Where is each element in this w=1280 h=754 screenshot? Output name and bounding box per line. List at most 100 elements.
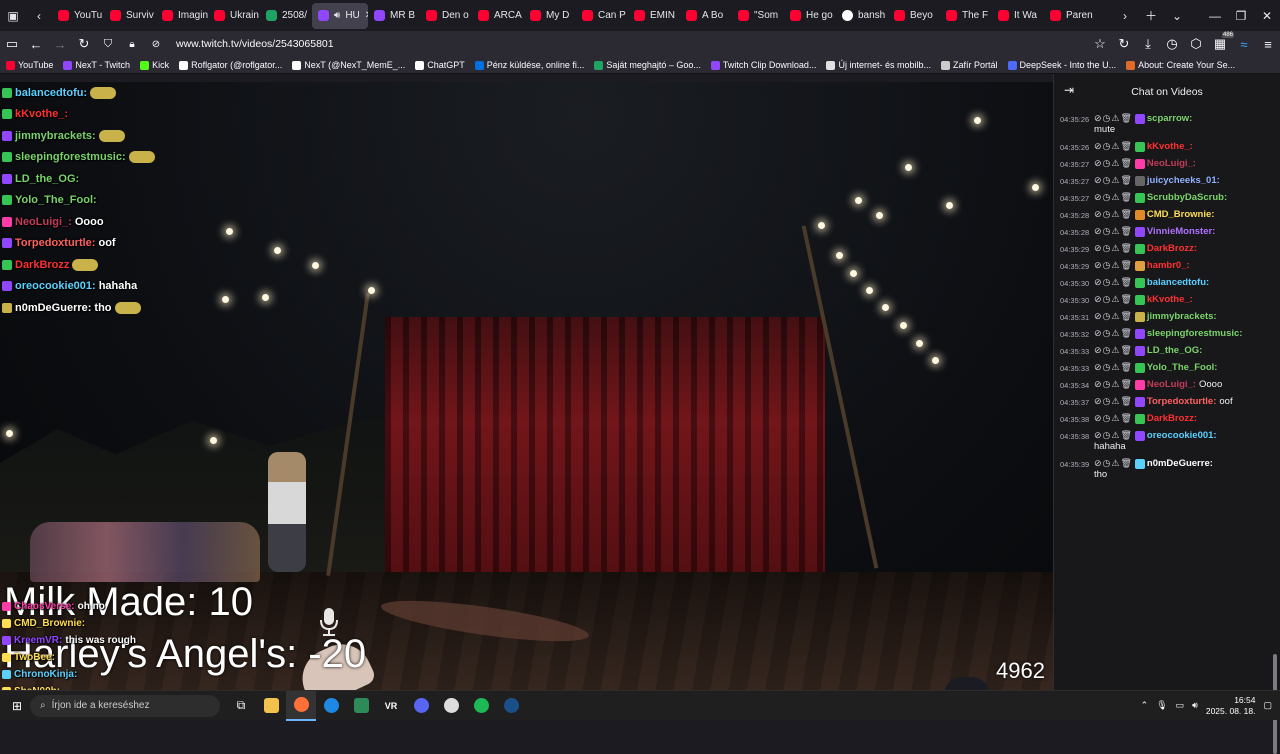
chat-timestamp[interactable]: 04:35:38 [1060, 430, 1094, 441]
chat-timestamp[interactable]: 04:35:33 [1060, 362, 1094, 373]
tab-6[interactable]: MR B [368, 3, 420, 29]
chat-message[interactable]: 04:35:30 ⊘◷⚠🗑︎ kKvothe_: [1054, 291, 1280, 308]
chat-message[interactable]: 04:35:37 ⊘◷⚠🗑︎ Torpedoxturtle: oof [1054, 393, 1280, 410]
chat-timestamp[interactable]: 04:35:26 [1060, 113, 1094, 124]
notification-icon[interactable]: ▢ [1263, 700, 1272, 711]
reload-icon[interactable]: ↻ [72, 32, 96, 56]
chat-timestamp[interactable]: 04:35:34 [1060, 379, 1094, 390]
mod-actions-icon[interactable]: ⊘◷⚠🗑︎ [1094, 294, 1133, 305]
bookmark-item[interactable]: Zafír Portál [941, 60, 998, 70]
chat-username[interactable]: CMD_Brownie: [1147, 209, 1215, 220]
file-explorer-icon[interactable] [256, 691, 286, 721]
chat-username[interactable]: NeoLuigi_: [1147, 379, 1196, 390]
mod-actions-icon[interactable]: ⊘◷⚠🗑︎ [1094, 430, 1133, 441]
chat-message[interactable]: 04:35:34 ⊘◷⚠🗑︎ NeoLuigi_: Oooo [1054, 376, 1280, 393]
chat-username[interactable]: jimmybrackets: [1147, 311, 1217, 322]
bookmark-item[interactable]: Saját meghajtó – Goo... [594, 60, 701, 70]
chat-username[interactable]: Torpedoxturtle: [1147, 396, 1217, 407]
tab-9[interactable]: My D [524, 3, 576, 29]
chat-timestamp[interactable]: 04:35:31 [1060, 311, 1094, 322]
chat-message[interactable]: 04:35:31 ⊘◷⚠🗑︎ jimmybrackets: [1054, 308, 1280, 325]
chat-message[interactable]: 04:35:33 ⊘◷⚠🗑︎ Yolo_The_Fool: [1054, 359, 1280, 376]
tab-17[interactable]: The F [940, 3, 992, 29]
extensions-icon[interactable]: ⬡ [1184, 32, 1208, 56]
back-icon[interactable]: ← [24, 32, 48, 56]
chat-username[interactable]: oreocookie001: [1147, 430, 1217, 441]
tray-overflow-icon[interactable]: ⌃ [1141, 700, 1149, 711]
tab-overflow-icon[interactable]: ⌄ [1164, 3, 1190, 29]
chat-username[interactable]: hambr0_: [1147, 260, 1190, 271]
tab-16[interactable]: Beyo [888, 3, 940, 29]
downloads-icon[interactable]: ⤓ [1136, 32, 1160, 56]
tab-14[interactable]: He go [784, 3, 836, 29]
chat-timestamp[interactable]: 04:35:29 [1060, 243, 1094, 254]
tab-15[interactable]: bansh [836, 3, 888, 29]
mod-actions-icon[interactable]: ⊘◷⚠🗑︎ [1094, 243, 1133, 254]
history-icon[interactable]: ◷ [1160, 32, 1184, 56]
chat-username[interactable]: Yolo_The_Fool: [1147, 362, 1218, 373]
edge-icon[interactable] [316, 691, 346, 721]
chat-timestamp[interactable]: 04:35:26 [1060, 141, 1094, 152]
chat-username[interactable]: kKvothe_: [1147, 294, 1193, 305]
mod-actions-icon[interactable]: ⊘◷⚠🗑︎ [1094, 260, 1133, 271]
minimize-icon[interactable]: — [1202, 3, 1228, 29]
mod-actions-icon[interactable]: ⊘◷⚠🗑︎ [1094, 175, 1133, 186]
chat-message[interactable]: 04:35:38 ⊘◷⚠🗑︎ oreocookie001: hahaha [1054, 427, 1280, 455]
new-tab-icon[interactable]: ＋ [1138, 3, 1164, 29]
obs-icon[interactable] [436, 691, 466, 721]
bookmark-item[interactable]: Pénz küldése, online fi... [474, 60, 584, 70]
firefox-icon[interactable] [286, 690, 316, 721]
chat-message[interactable]: 04:35:30 ⊘◷⚠🗑︎ balancedtofu: [1054, 274, 1280, 291]
chat-timestamp[interactable]: 04:35:29 [1060, 260, 1094, 271]
close-icon[interactable]: ✕ [1254, 3, 1280, 29]
chat-timestamp[interactable]: 04:35:27 [1060, 175, 1094, 186]
mod-actions-icon[interactable]: ⊘◷⚠🗑︎ [1094, 396, 1133, 407]
chat-username[interactable]: NeoLuigi_: [1147, 158, 1196, 169]
chat-message-list[interactable]: 04:35:26 ⊘◷⚠🗑︎ scparrow: mute 04:35:26 ⊘◷⚠🗑︎ k… [1054, 110, 1280, 483]
mod-actions-icon[interactable]: ⊘◷⚠🗑︎ [1094, 158, 1133, 169]
tab-scroll-left-icon[interactable]: ‹ [26, 3, 52, 29]
tab-list-icon[interactable]: ▣ [0, 3, 26, 29]
tab-19[interactable]: Paren [1044, 3, 1096, 29]
mod-actions-icon[interactable]: ⊘◷⚠🗑︎ [1094, 362, 1133, 373]
menu-icon[interactable]: ≡ [1256, 32, 1280, 56]
chat-username[interactable]: n0mDeGuerre: [1147, 458, 1213, 469]
bookmark-item[interactable]: About: Create Your Se... [1126, 60, 1235, 70]
chat-message[interactable]: 04:35:39 ⊘◷⚠🗑︎ n0mDeGuerre: tho [1054, 455, 1280, 483]
bookmark-star-icon[interactable]: ☆ [1088, 32, 1112, 56]
bookmark-item[interactable]: Roflgator (@roflgator... [179, 60, 282, 70]
bookmark-item[interactable]: ChatGPT [415, 60, 465, 70]
tab-12[interactable]: A Bo [680, 3, 732, 29]
chat-message[interactable]: 04:35:33 ⊘◷⚠🗑︎ LD_the_OG: [1054, 342, 1280, 359]
twitch-extension-icon[interactable]: ≈ [1232, 32, 1256, 56]
chat-username[interactable]: sleepingforestmusic: [1147, 328, 1243, 339]
extension-badge-icon[interactable]: ▦ 486 [1208, 32, 1234, 56]
chat-username[interactable]: kKvothe_: [1147, 141, 1193, 152]
mod-actions-icon[interactable]: ⊘◷⚠🗑︎ [1094, 226, 1133, 237]
spotify-icon[interactable] [466, 691, 496, 721]
bookmark-item[interactable]: Új internet- és mobilb... [826, 60, 931, 70]
tab-8[interactable]: ARCA [472, 3, 524, 29]
chat-message[interactable]: 04:35:27 ⊘◷⚠🗑︎ juicycheeks_01: [1054, 172, 1280, 189]
chat-username[interactable]: juicycheeks_01: [1147, 175, 1220, 186]
tab-11[interactable]: EMIN [628, 3, 680, 29]
mod-actions-icon[interactable]: ⊘◷⚠🗑︎ [1094, 209, 1133, 220]
chat-username[interactable]: DarkBrozz: [1147, 413, 1197, 424]
tab-13[interactable]: "Som [732, 3, 784, 29]
chat-message[interactable]: 04:35:26 ⊘◷⚠🗑︎ kKvothe_: [1054, 138, 1280, 155]
chat-timestamp[interactable]: 04:35:28 [1060, 209, 1094, 220]
chat-message[interactable]: 04:35:29 ⊘◷⚠🗑︎ hambr0_: [1054, 257, 1280, 274]
mod-actions-icon[interactable]: ⊘◷⚠🗑︎ [1094, 345, 1133, 356]
chat-message[interactable]: 04:35:27 ⊘◷⚠🗑︎ ScrubbyDaScrub: [1054, 189, 1280, 206]
lock-icon[interactable]: 🔒︎ [120, 32, 144, 56]
tab-4[interactable]: 2508/ [260, 3, 312, 29]
tab-3[interactable]: Ukrain [208, 3, 260, 29]
mod-actions-icon[interactable]: ⊘◷⚠🗑︎ [1094, 379, 1133, 390]
permissions-icon[interactable]: ⊘ [144, 32, 168, 56]
tab-1[interactable]: Surviv [104, 3, 156, 29]
chat-username[interactable]: VinnieMonster: [1147, 226, 1215, 237]
speaker-icon[interactable]: 🔊︎ [334, 10, 340, 21]
mod-actions-icon[interactable]: ⊘◷⚠🗑︎ [1094, 113, 1133, 124]
restore-icon[interactable]: ❐ [1228, 3, 1254, 29]
chat-username[interactable]: balancedtofu: [1147, 277, 1209, 288]
